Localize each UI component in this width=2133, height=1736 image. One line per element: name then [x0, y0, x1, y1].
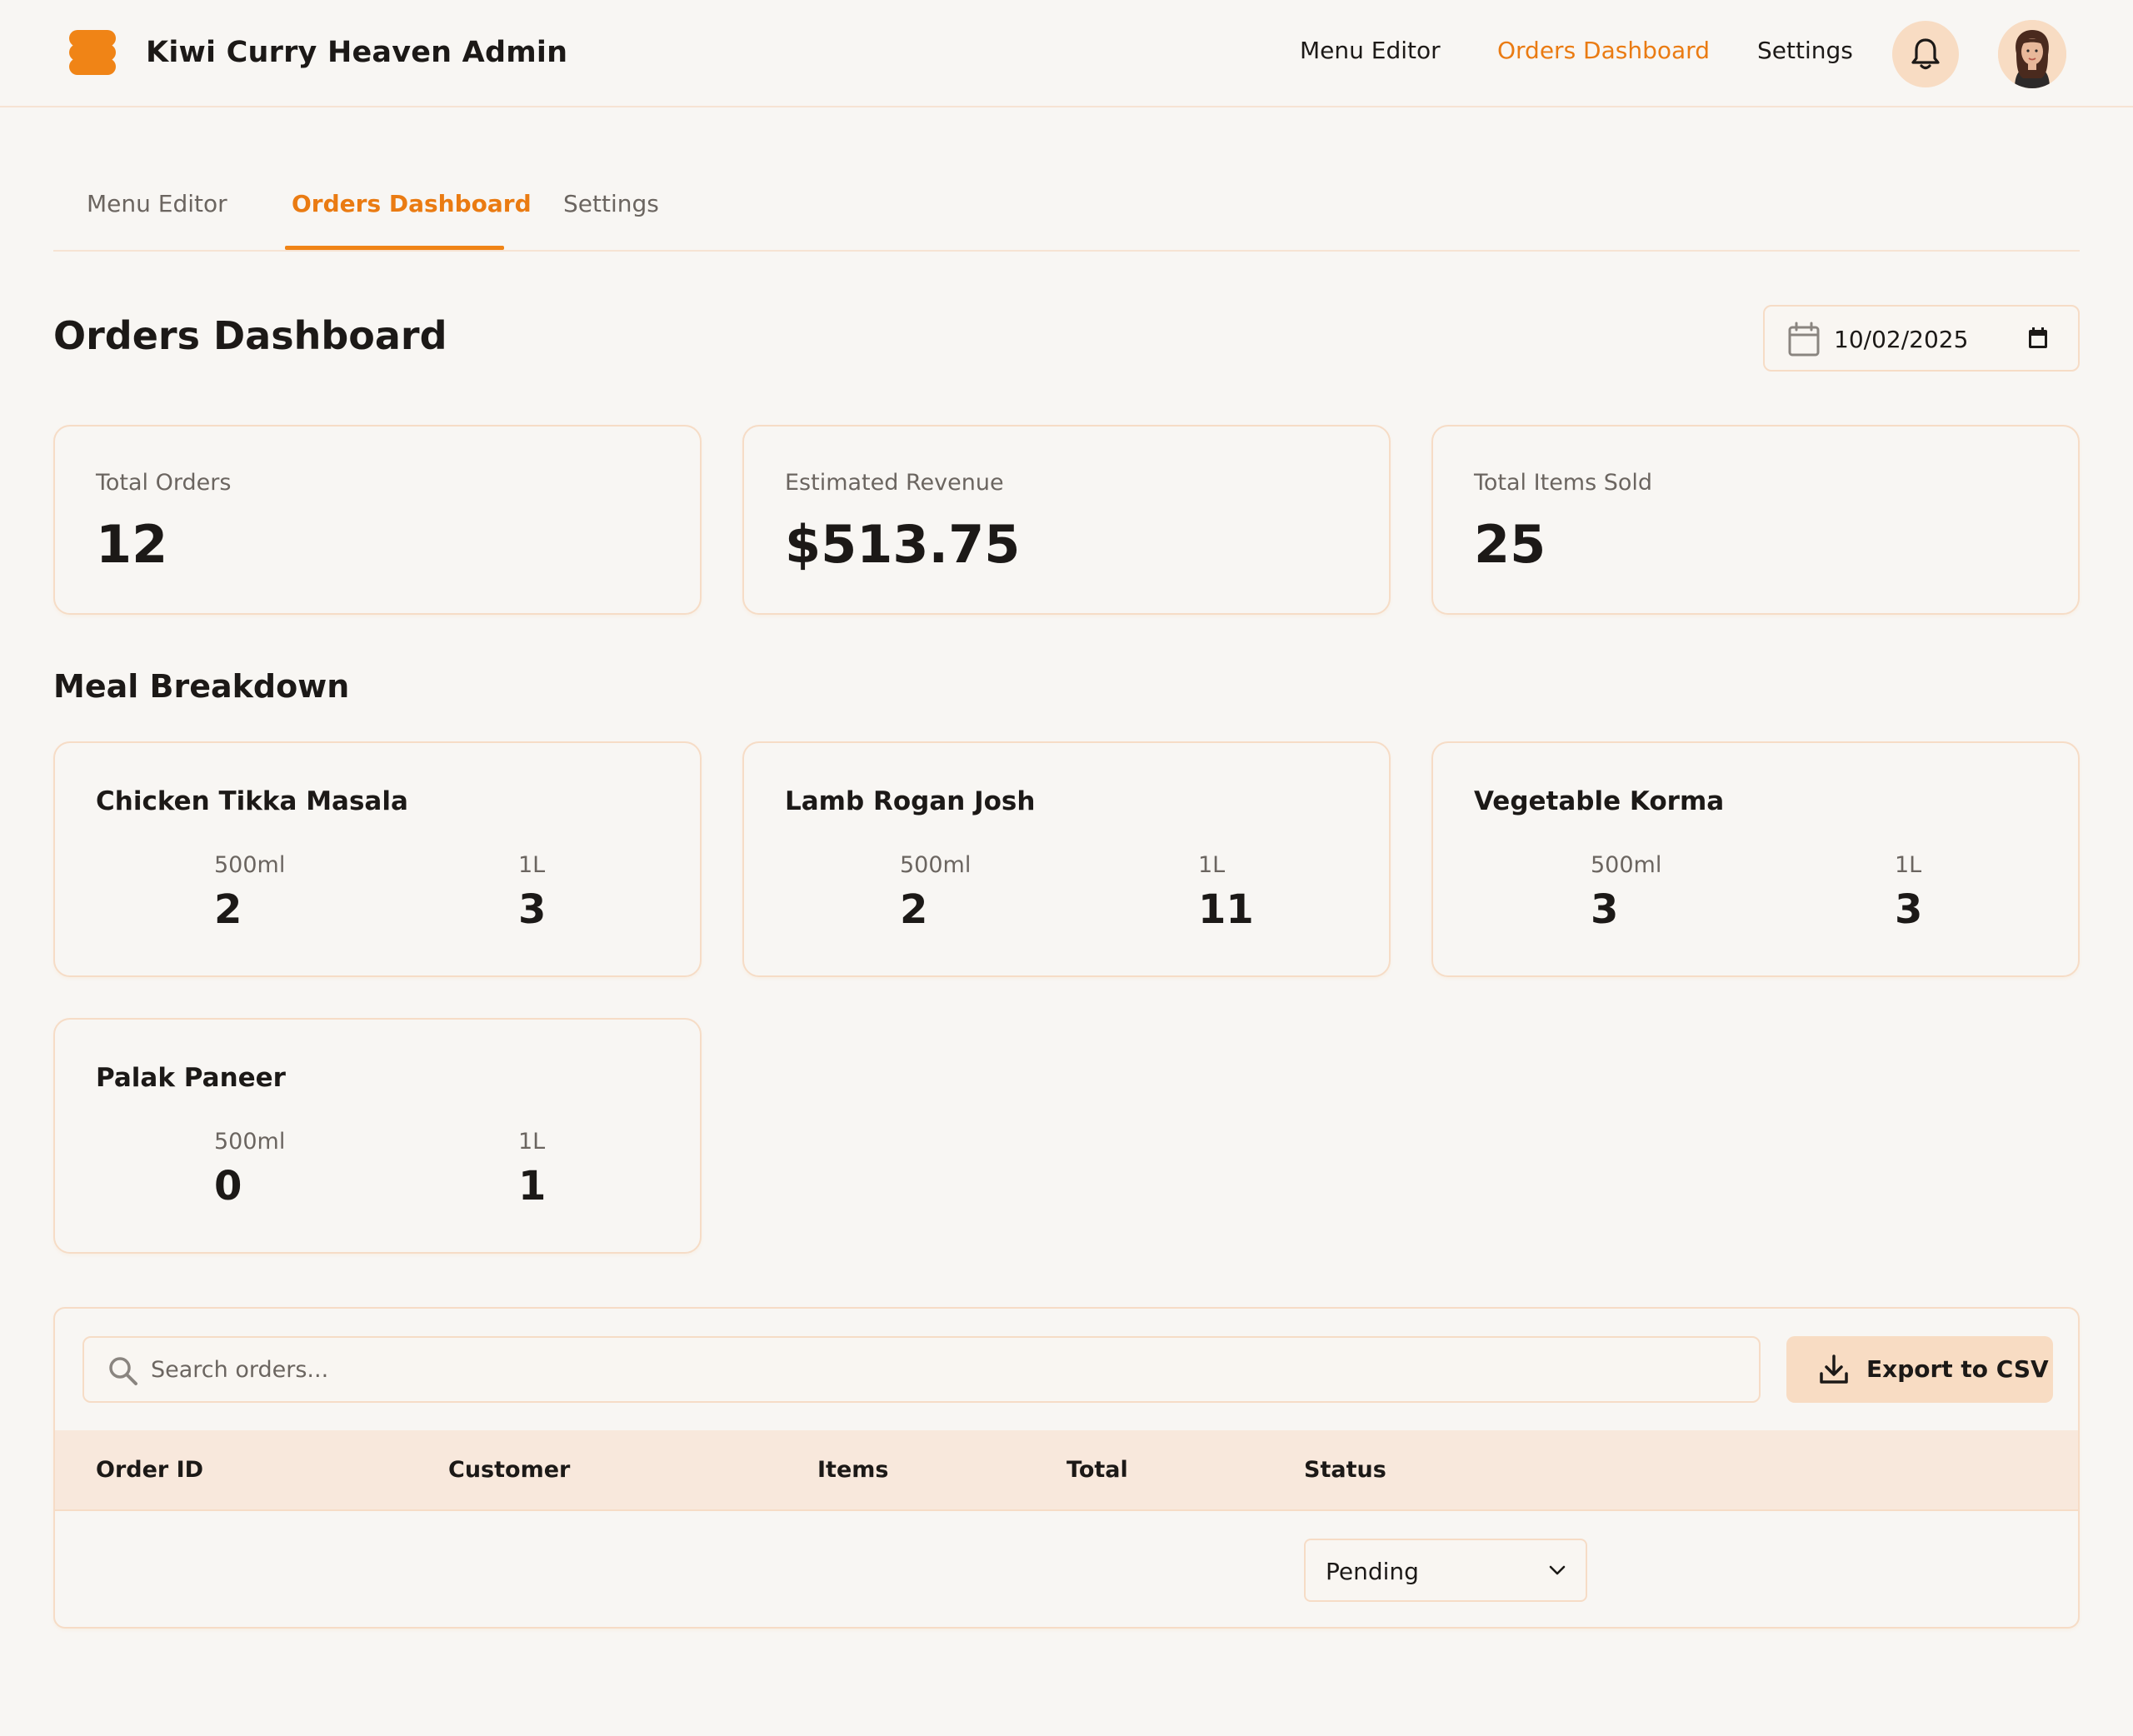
column-order-id[interactable]: Order ID	[96, 1457, 203, 1483]
meal-card-lamb-rogan-josh: Lamb Rogan Josh 500ml 2 1L 11	[742, 741, 1391, 977]
download-icon	[1820, 1354, 1848, 1384]
size-label: 1L	[1895, 852, 1922, 878]
meal-size-500ml: 500ml 2	[214, 852, 285, 933]
size-count: 2	[900, 886, 928, 933]
status-select[interactable]: Pending	[1304, 1539, 1587, 1602]
top-header: Kiwi Curry Heaven Admin Menu Editor Orde…	[0, 0, 2133, 107]
nav-menu-editor[interactable]: Menu Editor	[1300, 37, 1441, 64]
meal-size-500ml: 500ml 2	[900, 852, 971, 933]
user-avatar[interactable]	[1998, 20, 2066, 88]
brand[interactable]: Kiwi Curry Heaven Admin	[69, 28, 567, 77]
stat-value: 12	[96, 514, 168, 575]
stat-label: Total Items Sold	[1474, 470, 1653, 496]
table-header: Order ID Customer Items Total Status	[55, 1430, 2078, 1511]
avatar-icon	[1998, 20, 2066, 88]
nav-orders-dashboard[interactable]: Orders Dashboard	[1497, 37, 1710, 64]
meal-size-500ml: 500ml 0	[214, 1129, 285, 1210]
size-count: 0	[214, 1163, 242, 1210]
size-count: 3	[518, 886, 547, 933]
notifications-button[interactable]	[1892, 21, 1959, 87]
stat-card-total-orders: Total Orders 12	[53, 425, 702, 615]
meal-card-vegetable-korma: Vegetable Korma 500ml 3 1L 3	[1431, 741, 2080, 977]
column-items[interactable]: Items	[817, 1457, 888, 1483]
export-csv-button[interactable]: Export to CSV	[1786, 1336, 2053, 1403]
tab-menu-editor[interactable]: Menu Editor	[87, 190, 227, 217]
app-title: Kiwi Curry Heaven Admin	[146, 36, 568, 69]
meal-size-500ml: 500ml 3	[1591, 852, 1661, 933]
meal-name: Chicken Tikka Masala	[96, 786, 408, 816]
stat-label: Total Orders	[96, 470, 232, 496]
meal-size-1l: 1L 3	[518, 852, 546, 933]
meal-size-1l: 1L 1	[518, 1129, 546, 1210]
tab-bar: Menu Editor Orders Dashboard Settings	[53, 150, 2080, 252]
status-value: Pending	[1326, 1558, 1419, 1585]
stat-value: $513.75	[785, 514, 1021, 575]
size-label: 500ml	[214, 1129, 286, 1155]
search-icon	[109, 1357, 137, 1385]
stat-value: 25	[1474, 514, 1546, 575]
date-value: 10/02/2025	[1834, 326, 1969, 353]
meal-card-chicken-tikka-masala: Chicken Tikka Masala 500ml 2 1L 3	[53, 741, 702, 977]
size-count: 3	[1591, 886, 1619, 933]
column-status[interactable]: Status	[1304, 1457, 1386, 1483]
size-label: 500ml	[214, 852, 286, 878]
tab-settings[interactable]: Settings	[563, 190, 659, 217]
orders-panel: Export to CSV Order ID Customer Items To…	[53, 1307, 2080, 1629]
calendar-picker-icon[interactable]	[2028, 327, 2048, 350]
meal-size-1l: 1L 3	[1895, 852, 1922, 933]
search-box[interactable]	[82, 1336, 1761, 1403]
meal-breakdown-title: Meal Breakdown	[53, 668, 350, 705]
chevron-down-icon	[1549, 1565, 1566, 1575]
size-count: 1	[518, 1163, 547, 1210]
meal-name: Palak Paneer	[96, 1063, 286, 1093]
size-count: 2	[214, 886, 242, 933]
search-input[interactable]	[151, 1349, 1734, 1389]
calendar-icon	[1788, 322, 1820, 357]
size-label: 1L	[518, 852, 546, 878]
meal-name: Lamb Rogan Josh	[785, 786, 1036, 816]
size-label: 1L	[1198, 852, 1226, 878]
date-picker[interactable]: 10/02/2025	[1763, 305, 2080, 372]
size-label: 500ml	[900, 852, 972, 878]
meal-size-1l: 1L 11	[1198, 852, 1254, 933]
size-count: 3	[1895, 886, 1923, 933]
size-count: 11	[1198, 886, 1254, 933]
stat-card-total-items-sold: Total Items Sold 25	[1431, 425, 2080, 615]
page-title: Orders Dashboard	[53, 313, 447, 358]
nav-settings[interactable]: Settings	[1757, 37, 1853, 64]
tab-orders-dashboard[interactable]: Orders Dashboard	[292, 190, 532, 217]
size-label: 1L	[518, 1129, 546, 1155]
meal-card-palak-paneer: Palak Paneer 500ml 0 1L 1	[53, 1018, 702, 1254]
stat-card-estimated-revenue: Estimated Revenue $513.75	[742, 425, 1391, 615]
size-label: 500ml	[1591, 852, 1662, 878]
export-label: Export to CSV	[1866, 1355, 2049, 1383]
column-customer[interactable]: Customer	[448, 1457, 570, 1483]
bell-icon	[1911, 38, 1940, 70]
active-tab-indicator	[285, 246, 504, 250]
logo-icon	[69, 28, 116, 77]
column-total[interactable]: Total	[1066, 1457, 1128, 1483]
meal-name: Vegetable Korma	[1474, 786, 1725, 816]
stat-label: Estimated Revenue	[785, 470, 1004, 496]
